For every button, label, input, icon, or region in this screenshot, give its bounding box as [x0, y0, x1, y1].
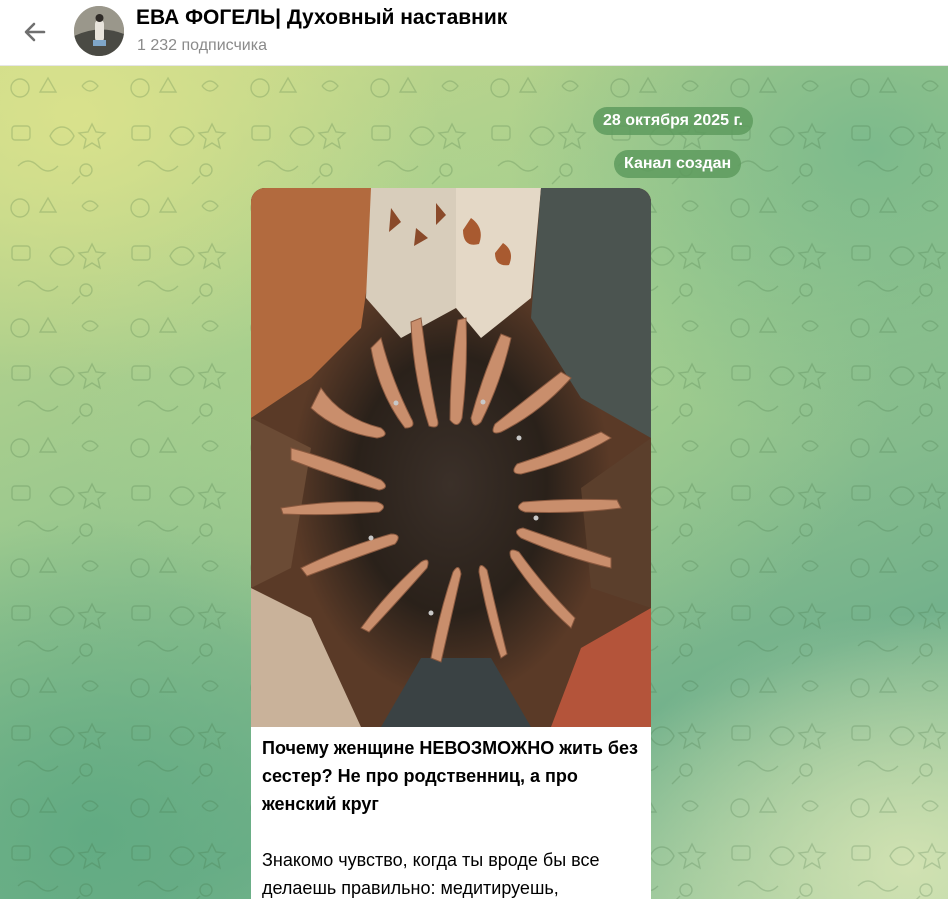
avatar-photo	[74, 6, 124, 56]
arrow-left-icon	[24, 22, 46, 42]
post-body: Знакомо чувство, когда ты вроде бы все д…	[262, 850, 600, 898]
service-message-channel-created: Канал создан	[614, 150, 742, 178]
channel-avatar[interactable]	[74, 6, 124, 56]
subscriber-count: 1 232 подписчика	[137, 37, 267, 54]
back-button[interactable]	[14, 14, 56, 50]
post-text: Почему женщине НЕВОЗМОЖНО жить без сесте…	[262, 734, 640, 899]
chat-header: ЕВА ФОГЕЛЬ| Духовный наставник 1 232 под…	[0, 0, 948, 66]
hands-circle-image	[251, 188, 651, 727]
channel-title[interactable]: ЕВА ФОГЕЛЬ| Духовный наставник	[136, 6, 507, 30]
chat-area[interactable]: 28 октября 2025 г. Канал создан Почему ж…	[0, 66, 948, 899]
post-title: Почему женщине НЕВОЗМОЖНО жить без сесте…	[262, 738, 638, 814]
date-separator: 28 октября 2025 г.	[593, 107, 753, 135]
channel-post[interactable]: Почему женщине НЕВОЗМОЖНО жить без сесте…	[251, 188, 651, 899]
post-photo[interactable]	[251, 188, 651, 727]
